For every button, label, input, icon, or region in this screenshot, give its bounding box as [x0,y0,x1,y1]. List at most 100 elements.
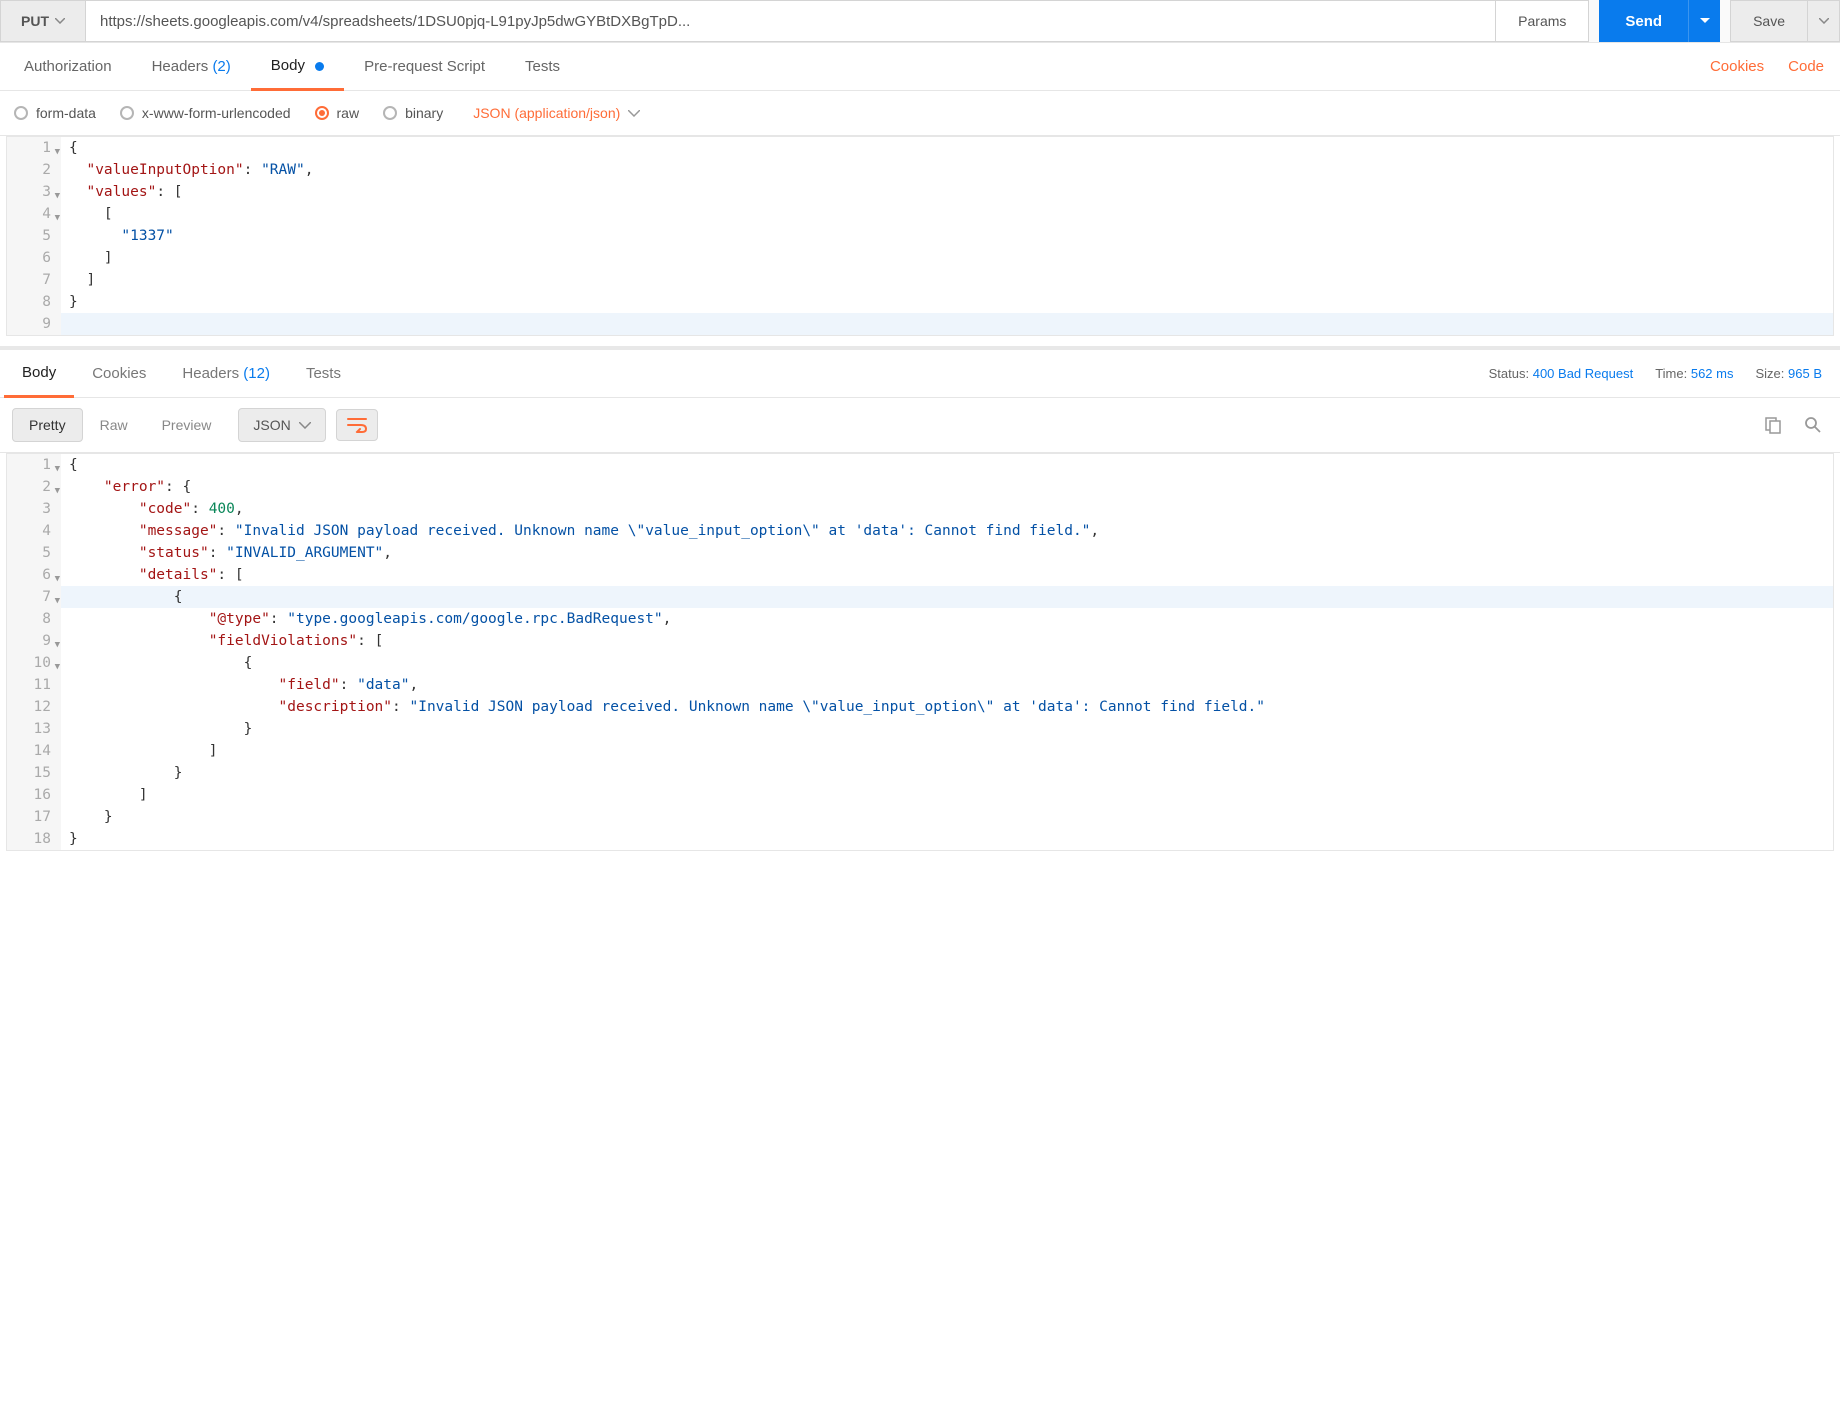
radio-raw[interactable]: raw [315,105,360,121]
radio-binary-label: binary [405,105,443,121]
code-line: 13 } [7,718,1833,740]
view-raw-button[interactable]: Raw [83,408,145,442]
code-line: 1▼{ [7,454,1833,476]
tab-tests[interactable]: Tests [505,44,580,89]
word-wrap-icon [347,417,367,433]
code-content [61,313,69,335]
url-input[interactable]: https://sheets.googleapis.com/v4/spreads… [86,0,1496,42]
tab-body[interactable]: Body [251,43,344,91]
code-content: } [61,718,1833,740]
code-line: 10▼ { [7,652,1833,674]
tab-authorization[interactable]: Authorization [4,44,132,89]
time-label: Time: [1655,366,1687,381]
code-content: "1337" [61,225,174,247]
copy-response-button[interactable] [1758,410,1788,440]
line-number: 2 [7,159,61,181]
response-body-viewer[interactable]: 1▼{2▼ "error": {3 "code": 400,4 "message… [6,453,1834,851]
code-content: "values": [ [61,181,183,203]
request-bar: PUT https://sheets.googleapis.com/v4/spr… [0,0,1840,43]
line-number: 14 [7,740,61,762]
line-number: 10▼ [7,652,61,674]
code-content: ] [61,740,1833,762]
line-number: 15 [7,762,61,784]
radio-dot-icon [383,106,397,120]
tab-prerequest[interactable]: Pre-request Script [344,44,505,89]
save-button[interactable]: Save [1730,0,1808,42]
code-content: "description": "Invalid JSON payload rec… [61,696,1833,718]
send-button[interactable]: Send [1599,0,1688,42]
code-content: "@type": "type.googleapis.com/google.rpc… [61,608,1833,630]
body-type-row: form-data x-www-form-urlencoded raw bina… [0,91,1840,136]
tab-headers[interactable]: Headers (2) [132,44,251,89]
status-value: 400 Bad Request [1533,366,1633,381]
status-label: Status: [1489,366,1529,381]
radio-urlencoded[interactable]: x-www-form-urlencoded [120,105,291,121]
code-line: 4 "message": "Invalid JSON payload recei… [7,520,1833,542]
resp-tab-body[interactable]: Body [4,350,74,398]
code-content: ] [61,269,95,291]
code-line: 5 "status": "INVALID_ARGUMENT", [7,542,1833,564]
line-number: 11 [7,674,61,696]
radio-form-data[interactable]: form-data [14,105,96,121]
line-number: 7▼ [7,586,61,608]
radio-dot-icon [120,106,134,120]
line-number: 8 [7,608,61,630]
chevron-down-icon [299,422,311,429]
send-options-button[interactable] [1688,0,1720,42]
radio-dot-icon [315,106,329,120]
code-line: 3▼ "values": [ [7,181,1833,203]
code-line: 16 ] [7,784,1833,806]
save-options-button[interactable] [1808,0,1840,42]
code-content: "fieldViolations": [ [61,630,1833,652]
line-number: 2▼ [7,476,61,498]
resp-tab-headers[interactable]: Headers (12) [164,351,288,396]
size-value: 965 B [1788,366,1822,381]
line-number: 13 [7,718,61,740]
http-method-select[interactable]: PUT [0,0,86,42]
code-line: 6 ] [7,247,1833,269]
radio-binary[interactable]: binary [383,105,443,121]
response-tabs: Body Cookies Headers (12) Tests Status: … [0,350,1840,398]
code-line: 8 "@type": "type.googleapis.com/google.r… [7,608,1833,630]
code-line: 8} [7,291,1833,313]
params-button[interactable]: Params [1496,0,1589,42]
request-body-editor[interactable]: 1▼{2 "valueInputOption": "RAW",3▼ "value… [6,136,1834,336]
search-icon [1804,416,1822,434]
code-content: { [61,137,78,159]
radio-dot-icon [14,106,28,120]
code-line: 6▼ "details": [ [7,564,1833,586]
content-type-select[interactable]: JSON (application/json) [473,105,640,121]
code-line: 18} [7,828,1833,850]
code-content: } [61,828,1833,850]
view-mode-segmented: Pretty Raw Preview [12,408,228,442]
line-number: 9▼ [7,630,61,652]
tab-body-label: Body [271,57,305,74]
code-link[interactable]: Code [1776,44,1836,89]
code-line: 2▼ "error": { [7,476,1833,498]
time-value: 562 ms [1691,366,1734,381]
radio-form-data-label: form-data [36,105,96,121]
code-line: 5 "1337" [7,225,1833,247]
code-line: 9▼ "fieldViolations": [ [7,630,1833,652]
line-number: 5 [7,225,61,247]
code-content: { [61,652,1833,674]
view-preview-button[interactable]: Preview [145,408,229,442]
cookies-link[interactable]: Cookies [1698,44,1776,89]
resp-tab-tests[interactable]: Tests [288,351,359,396]
resp-tab-headers-label: Headers [182,365,239,382]
search-response-button[interactable] [1798,410,1828,440]
chevron-down-icon [628,110,640,117]
line-number: 9 [7,313,61,335]
code-content: { [61,454,1833,476]
radio-urlencoded-label: x-www-form-urlencoded [142,105,291,121]
code-content: "code": 400, [61,498,1833,520]
resp-tab-cookies[interactable]: Cookies [74,351,164,396]
code-content: } [61,762,1833,784]
line-number: 3▼ [7,181,61,203]
response-format-select[interactable]: JSON [238,408,325,442]
view-pretty-button[interactable]: Pretty [12,408,83,442]
code-line: 4▼ [ [7,203,1833,225]
line-number: 18 [7,828,61,850]
code-line: 7 ] [7,269,1833,291]
word-wrap-button[interactable] [336,409,378,441]
